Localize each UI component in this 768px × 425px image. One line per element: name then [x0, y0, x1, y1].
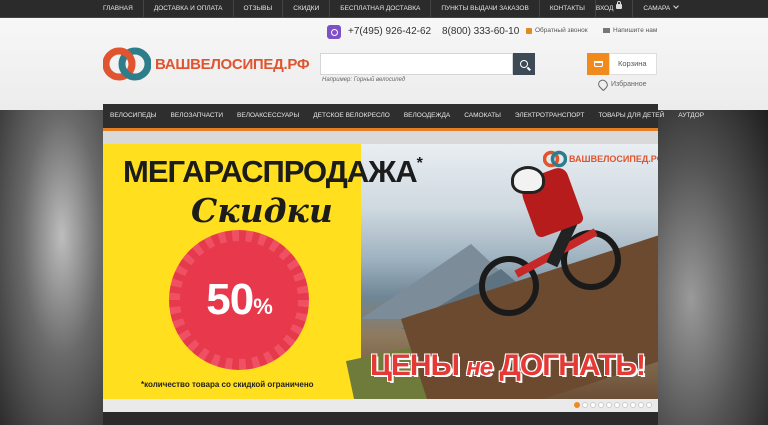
banner-logo-text: ВАШВЕЛОСИПЕД.РФ	[569, 154, 658, 164]
slider-dot[interactable]	[630, 402, 636, 408]
nav-scooters[interactable]: Самокаты	[457, 104, 508, 128]
city-label: Самара	[643, 5, 671, 12]
slogan-part1: ЦЕНЫ	[370, 349, 460, 382]
login-link[interactable]: Вход	[596, 0, 634, 18]
promo-banner[interactable]: МЕГАРАСПРОДАЖА* Скидки 50% *количество т…	[103, 144, 658, 399]
envelope-icon	[603, 28, 610, 33]
favorites-label: Избранное	[611, 81, 647, 88]
nav-bike-parts[interactable]: Велозапчасти	[164, 104, 231, 128]
cart-button[interactable]: Корзина	[587, 53, 657, 75]
callback-label: Обратный звонок	[535, 27, 588, 34]
main-nav: Велосипеды Велозапчасти Велоаксессуары Д…	[103, 104, 704, 131]
logo-icon	[103, 47, 151, 81]
top-nav-home[interactable]: Главная	[103, 0, 144, 18]
nav-bike-clothing[interactable]: Велоодежда	[397, 104, 457, 128]
search-icon	[520, 60, 528, 68]
write-us-link[interactable]: Напишите нам	[603, 27, 657, 34]
top-nav-contacts[interactable]: Контакты	[540, 0, 596, 18]
phone-icon	[526, 27, 532, 34]
search-button[interactable]	[513, 53, 535, 75]
background-right	[658, 110, 768, 425]
banner-subtitle: Скидки	[191, 191, 333, 230]
nav-bike-accessories[interactable]: Велоаксессуары	[230, 104, 306, 128]
favorites-link[interactable]: Избранное	[596, 77, 647, 92]
banner-logo: ВАШВЕЛОСИПЕД.РФ	[543, 150, 658, 168]
site-logo[interactable]: ВАШВЕЛОСИПЕД.РФ	[103, 46, 310, 82]
slider-dot[interactable]	[622, 402, 628, 408]
slider-dot[interactable]	[590, 402, 596, 408]
banner-title: МЕГАРАСПРОДАЖА*	[123, 154, 423, 189]
below-content	[103, 412, 658, 425]
slider-dots	[572, 402, 652, 408]
discount-badge: 50%	[169, 230, 309, 370]
slogan-part2: не	[466, 354, 493, 381]
discount-value: 50	[206, 275, 254, 324]
chevron-down-icon	[673, 3, 680, 9]
slogan-part3: ДОГНАТЬ!	[499, 349, 646, 382]
slider-dot[interactable]	[638, 402, 644, 408]
slider-dot[interactable]	[574, 402, 580, 408]
slider-dot[interactable]	[598, 402, 604, 408]
top-nav-delivery[interactable]: Доставка и оплата	[144, 0, 234, 18]
banner-note: *количество товара со скидкой ограничено	[141, 380, 314, 389]
banner-slogan: ЦЕНЫ не ДОГНАТЬ!	[370, 349, 646, 383]
banner-title-mark: *	[416, 155, 423, 172]
callback-link[interactable]: Обратный звонок	[526, 27, 588, 34]
phone-moscow[interactable]: +7(495) 926-42-62	[348, 26, 431, 37]
top-nav-pickup-points[interactable]: Пункты выдачи заказов	[431, 0, 540, 18]
logo-text: ВАШВЕЛОСИПЕД.РФ	[155, 55, 310, 73]
write-us-label: Напишите нам	[613, 27, 658, 34]
nav-bicycles[interactable]: Велосипеды	[103, 104, 164, 128]
top-nav-free-delivery[interactable]: Бесплатная доставка	[330, 0, 432, 18]
cart-icon	[587, 53, 609, 75]
login-label: Вход	[595, 5, 614, 12]
search-hint: Например: Горный велосипед	[322, 77, 406, 83]
header: ВАШВЕЛОСИПЕД.РФ +7(495) 926-42-62 8(800)…	[0, 18, 768, 110]
lock-icon	[616, 1, 623, 9]
cart-label: Корзина	[609, 53, 657, 75]
banner-logo-icon	[543, 150, 567, 168]
top-bar: Главная Доставка и оплата Отзывы Скидки …	[0, 0, 768, 18]
background-left	[0, 110, 103, 425]
slider-dot[interactable]	[646, 402, 652, 408]
heart-icon	[596, 77, 610, 92]
slider-pagination	[103, 399, 658, 412]
slider-dot[interactable]	[582, 402, 588, 408]
discount-unit: %	[253, 294, 273, 319]
phone-free[interactable]: 8(800) 333-60-10	[442, 26, 519, 37]
top-nav-discounts[interactable]: Скидки	[283, 0, 331, 18]
banner-title-text: МЕГАРАСПРОДАЖА	[123, 154, 418, 189]
city-selector[interactable]: Самара	[633, 0, 688, 18]
nav-child-seat[interactable]: Детское велокресло	[306, 104, 397, 128]
slider-dot[interactable]	[606, 402, 612, 408]
viber-icon[interactable]	[327, 25, 341, 39]
nav-outdoor[interactable]: Аутдор	[671, 104, 711, 128]
top-nav-reviews[interactable]: Отзывы	[234, 0, 284, 18]
slider-dot[interactable]	[614, 402, 620, 408]
search-input[interactable]	[320, 53, 513, 75]
nav-kids-goods[interactable]: Товары для детей	[591, 104, 671, 128]
nav-electric-transport[interactable]: Электротранспорт	[508, 104, 591, 128]
